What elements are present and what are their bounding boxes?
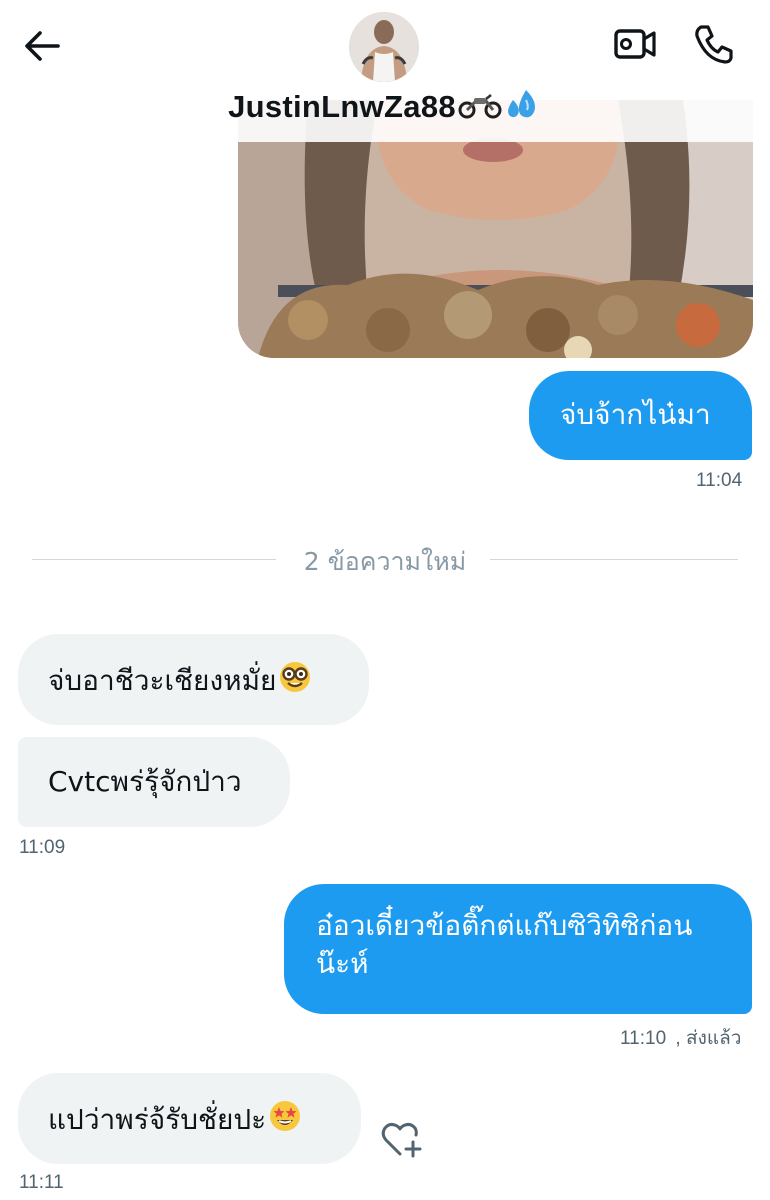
message-timestamp: 11:10 , ส่งแล้ว bbox=[620, 1023, 741, 1053]
message-text: Cvtcพร่รุ้จักป่าว bbox=[48, 765, 242, 798]
video-camera-icon[interactable] bbox=[612, 24, 658, 64]
message-text: แปว่าพร่จ้รับชั่ยปะ bbox=[48, 1103, 267, 1136]
new-messages-divider: 2 ข้อความใหม่ bbox=[32, 540, 738, 580]
message-timestamp: 11:04 bbox=[696, 470, 743, 491]
message-text-line1: อ๋อวเดี๋ยวข้อติ๊กต่แก๊บซิวิทิซิก่อน bbox=[316, 909, 693, 942]
phone-icon[interactable] bbox=[692, 22, 736, 66]
nerd-face-icon bbox=[278, 660, 312, 704]
message-text-line2: น๊ะห์ bbox=[316, 947, 369, 980]
avatar[interactable] bbox=[349, 12, 419, 82]
chat-username: JustinLnwZa88 bbox=[0, 88, 770, 130]
message-timestamp: 11:09 bbox=[19, 837, 66, 858]
message-bubble-incoming[interactable]: Cvtcพร่รุ้จักป่าว bbox=[18, 737, 290, 827]
delivery-status: , ส่งแล้ว bbox=[675, 1028, 742, 1049]
motorcycle-icon bbox=[458, 90, 502, 128]
timestamp-time: 11:10 bbox=[620, 1028, 667, 1049]
sweat-droplets-icon bbox=[504, 88, 542, 130]
message-bubble-incoming[interactable]: แปว่าพร่จ้รับชั่ยปะ bbox=[18, 1073, 361, 1164]
message-timestamp: 11:11 bbox=[19, 1172, 64, 1193]
star-struck-icon bbox=[268, 1099, 302, 1143]
message-text: จ่บอาชีวะเชียงหมั่ย bbox=[48, 664, 277, 697]
chat-header: JustinLnwZa88 bbox=[0, 0, 770, 142]
arrow-left-icon[interactable] bbox=[22, 26, 62, 66]
message-bubble-outgoing[interactable]: จ่บจ้ากไน๋มา bbox=[529, 371, 752, 460]
new-messages-label: 2 ข้อความใหม่ bbox=[303, 547, 467, 576]
message-bubble-incoming[interactable]: จ่บอาชีวะเชียงหมั่ย bbox=[18, 634, 369, 725]
username-text: JustinLnwZa88 bbox=[228, 89, 456, 125]
add-reaction-heart-icon[interactable] bbox=[380, 1120, 424, 1160]
message-text: จ่บจ้ากไน๋มา bbox=[560, 398, 711, 431]
message-bubble-outgoing[interactable]: อ๋อวเดี๋ยวข้อติ๊กต่แก๊บซิวิทิซิก่อน น๊ะห… bbox=[284, 884, 752, 1014]
